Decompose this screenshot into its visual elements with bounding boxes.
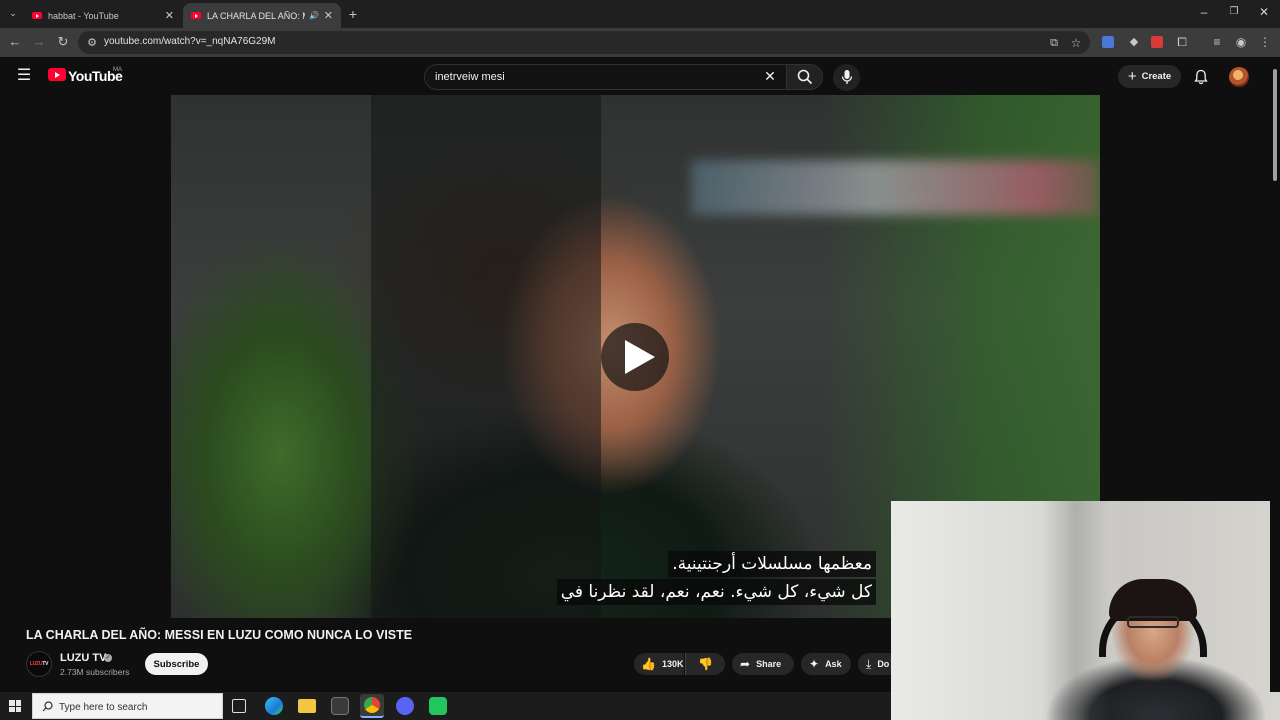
video-background-window [371,95,601,618]
chrome-taskbar-button[interactable] [360,694,384,718]
hamburger-menu-icon[interactable]: ☰ [16,68,32,84]
clear-search-icon[interactable]: ✕ [762,68,778,84]
ask-button[interactable]: ✦ Ask [801,653,851,675]
address-bar[interactable]: ⚙ youtube.com/watch?v=_nqNA76G29M ⧉ ☆ [78,31,1090,54]
reading-list-icon[interactable]: ≡ [1209,34,1225,50]
webcam-wall-shadow [1041,501,1111,720]
speaker-icon[interactable]: 🔊 [309,11,319,20]
reload-icon[interactable]: ↻ [55,34,71,50]
close-tab-icon[interactable]: ✕ [165,9,174,22]
voice-search-button[interactable] [833,64,860,91]
notifications-bell-icon[interactable] [1193,69,1209,85]
browser-toolbar: ← → ↻ ⚙ youtube.com/watch?v=_nqNA76G29M … [0,28,1280,57]
download-label: Do [877,659,890,669]
plus-icon: + [1127,67,1137,85]
bookmark-star-icon[interactable]: ☆ [1068,35,1084,51]
discord-icon[interactable] [396,697,414,715]
microphone-icon [841,70,853,84]
channel-avatar[interactable]: LUZU TV [26,651,52,677]
url-text: youtube.com/watch?v=_nqNA76G29M [104,36,276,47]
verified-badge-icon: ✓ [104,654,112,662]
install-app-icon[interactable]: ⧉ [1046,35,1062,51]
thumbs-down-icon: 👎 [698,657,713,671]
tab-search-icon[interactable]: ⌄ [5,5,21,21]
channel-name[interactable]: LUZU TV [60,652,106,664]
red-extension-icon[interactable] [1151,36,1163,48]
task-view-icon[interactable] [232,699,246,713]
chrome-menu-icon[interactable]: ⋮ [1257,34,1273,50]
like-count: 130K [661,659,684,669]
new-tab-icon[interactable]: + [345,6,361,22]
windows-start-icon[interactable] [9,700,21,712]
chrome-icon [364,697,380,713]
subscriber-count: 2.73M subscribers [60,667,130,677]
taskbar-search-box[interactable]: Type here to search [32,693,223,719]
forward-icon[interactable]: → [31,34,47,50]
minimize-icon[interactable]: – [1194,5,1214,19]
back-icon[interactable]: ← [7,34,23,50]
site-info-icon[interactable]: ⚙ [84,35,100,51]
like-button[interactable]: 👍 130K [634,653,684,675]
share-button[interactable]: ➦ Share [732,653,794,675]
download-button[interactable]: ⤓ Do [858,653,891,675]
youtube-favicon-icon [32,12,42,19]
play-button[interactable] [601,323,669,391]
share-label: Share [756,659,782,669]
restore-icon[interactable]: ❐ [1224,6,1244,17]
share-arrow-icon: ➦ [740,657,751,671]
download-icon: ⤓ [866,656,872,671]
create-button[interactable]: + Create [1118,65,1181,88]
thumbs-up-icon: 👍 [641,657,656,671]
search-box[interactable] [424,64,786,90]
create-label: Create [1141,71,1172,82]
microsoft-store-icon[interactable] [331,697,349,715]
youtube-logo-icon[interactable] [48,68,66,81]
file-explorer-icon[interactable] [298,699,316,713]
caption-line-2: كل شيء، كل شيء. نعم، نعم، لقد نظرنا في [556,579,876,605]
search-input[interactable] [435,71,755,83]
extension-icon[interactable]: ◆ [1126,34,1142,50]
caption-line-1: معظمها مسلسلات أرجنتينية. [668,551,876,577]
app-icon[interactable] [429,697,447,715]
edge-browser-icon[interactable] [265,697,283,715]
account-avatar[interactable] [1229,67,1249,87]
webcam-overlay [891,501,1280,720]
sparkle-icon: ✦ [809,657,820,671]
video-title: LA CHARLA DEL AÑO: MESSI EN LUZU COMO NU… [26,628,413,642]
tab-habbat[interactable]: habbat - YouTube ✕ [24,3,182,28]
ask-label: Ask [825,659,842,669]
windows-taskbar: Type here to search [0,692,891,720]
translate-extension-icon[interactable] [1102,36,1114,48]
search-icon [797,69,813,85]
close-tab-icon[interactable]: ✕ [324,9,333,22]
extensions-puzzle-icon[interactable]: ⧠ [1174,34,1190,50]
youtube-masthead: ☰ YouTube MA ✕ + Create [0,57,1270,95]
country-code: MA [113,67,122,73]
webcam-person-hair [1109,579,1197,621]
tab-title: habbat - YouTube [48,10,119,21]
tab-title: LA CHARLA DEL AÑO: MESS [207,10,305,21]
search-button[interactable] [786,64,823,90]
window-close-icon[interactable]: ✕ [1254,5,1274,19]
taskbar-search-placeholder: Type here to search [59,702,148,713]
youtube-favicon-icon [191,12,201,19]
subscribe-button[interactable]: Subscribe [145,653,208,675]
channel-avatar-text: LUZU [29,661,43,667]
video-background-banner [691,160,1100,215]
profile-icon[interactable]: ◉ [1233,34,1249,50]
scrollbar-thumb[interactable] [1273,69,1277,181]
taskbar-search-icon [42,701,53,712]
browser-tab-strip: ⌄ habbat - YouTube ✕ LA CHARLA DEL AÑO: … [0,0,1280,28]
dislike-button[interactable]: 👎 [685,653,725,675]
page-scrollbar[interactable] [1270,57,1280,692]
channel-avatar-text-b: TV [42,661,49,667]
webcam-person-glasses [1127,616,1179,628]
tab-la-charla[interactable]: LA CHARLA DEL AÑO: MESS 🔊 ✕ [183,3,341,28]
